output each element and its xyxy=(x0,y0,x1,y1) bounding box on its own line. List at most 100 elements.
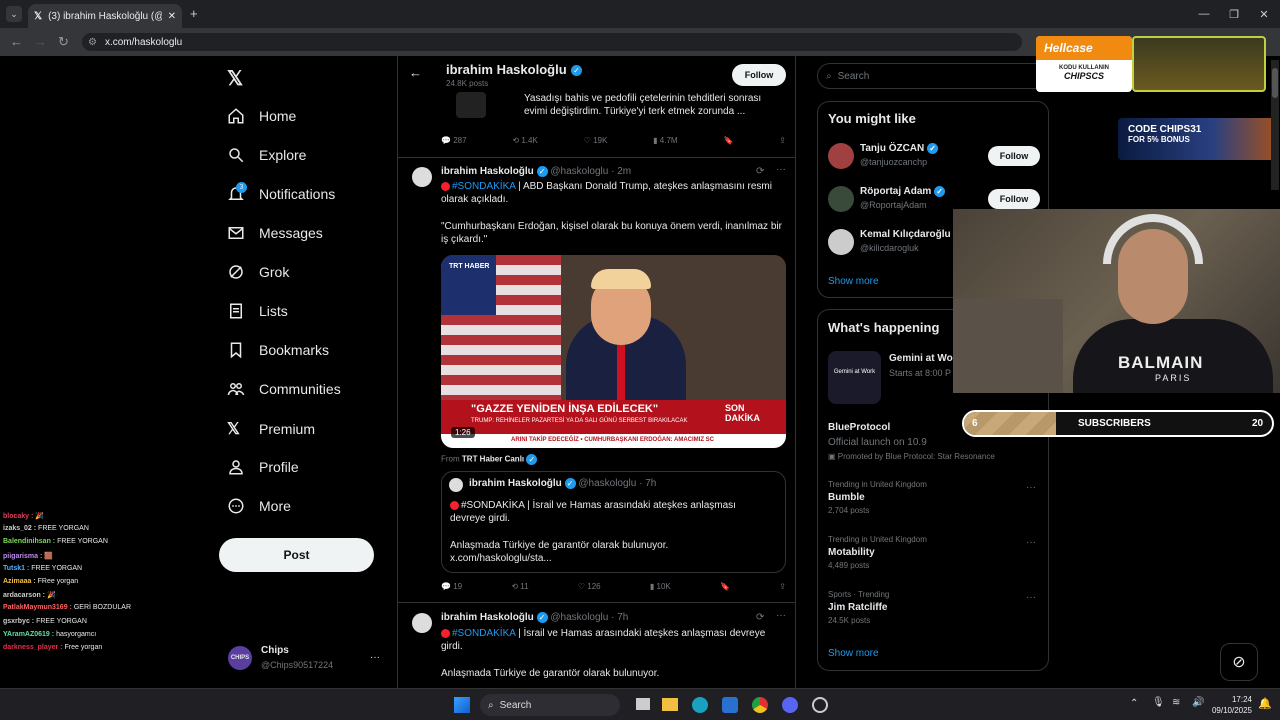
nav-more[interactable]: More xyxy=(227,497,291,515)
chrome-icon[interactable] xyxy=(752,697,768,713)
share-button[interactable]: ⇪ xyxy=(779,582,786,591)
profile-follow-button[interactable]: Follow xyxy=(732,64,786,86)
wifi-icon[interactable]: ≋ xyxy=(1172,697,1180,708)
trend-item[interactable]: Trending in United Kingdom Motability 4,… xyxy=(828,535,927,570)
close-window-icon[interactable]: ✕ xyxy=(1248,0,1280,28)
nav-grok[interactable]: Grok xyxy=(227,263,289,281)
trend-item[interactable]: Sports · Trending Jim Ratcliffe 24.5K po… xyxy=(828,590,889,625)
scrollbar-thumb[interactable] xyxy=(1272,68,1278,98)
taskbar-search[interactable]: ⌕ Search xyxy=(480,694,620,716)
task-view-icon[interactable] xyxy=(636,698,650,710)
suggestion-name[interactable]: Röportaj Adam ✓ xyxy=(860,186,946,197)
tweet-time[interactable]: · 2m xyxy=(611,166,631,177)
views-button[interactable]: ▮ 4.7M xyxy=(653,136,677,145)
nav-bookmarks[interactable]: Bookmarks xyxy=(227,341,329,359)
forward-icon[interactable]: → xyxy=(34,34,47,49)
quoted-tweet[interactable]: ibrahim Haskoloğlu ✓ @haskologlu · 7h #S… xyxy=(441,471,786,573)
browser-tab[interactable]: 𝕏 (3) ibrahim Haskoloğlu (@hask ✕ xyxy=(28,4,182,28)
retweet-button[interactable]: ⟲ 1.4K xyxy=(512,136,537,145)
nav-explore[interactable]: Explore xyxy=(227,146,306,164)
suggestion-avatar[interactable] xyxy=(828,186,854,212)
discord-icon[interactable] xyxy=(782,697,798,713)
follow-button[interactable]: Follow xyxy=(988,146,1040,166)
nav-communities[interactable]: Communities xyxy=(227,380,341,398)
tweet-author-handle[interactable]: @haskologlu xyxy=(550,166,608,177)
reply-button[interactable]: 💬 19 xyxy=(441,582,462,591)
tray-chevron-icon[interactable]: ⌃ xyxy=(1130,698,1138,709)
grok-explain-icon[interactable]: ⟳ xyxy=(756,612,764,623)
nav-profile[interactable]: Profile xyxy=(227,458,299,476)
grok-explain-icon[interactable]: ⟳ xyxy=(756,166,764,177)
tweet-author-name[interactable]: ibrahim Haskoloğlu xyxy=(441,166,534,177)
minimize-icon[interactable]: — xyxy=(1188,0,1220,28)
notification-center-icon[interactable]: 🔔 xyxy=(1258,697,1272,710)
new-tab-icon[interactable]: + xyxy=(190,6,198,21)
nav-lists[interactable]: Lists xyxy=(227,302,288,320)
views-button[interactable]: ▮ 10K xyxy=(650,582,671,591)
account-more-icon[interactable]: ··· xyxy=(370,652,380,663)
trend-more-icon[interactable]: ··· xyxy=(1026,592,1036,603)
url-field[interactable]: ⚙ x.com/haskologlu xyxy=(82,33,1022,51)
back-icon[interactable]: ← xyxy=(10,34,23,49)
suggestion-name[interactable]: Kemal Kılıçdaroğlu xyxy=(860,229,951,240)
suggestion-handle: @tanjuozcanchp xyxy=(860,157,928,167)
grok-fab-icon[interactable]: ⊘ xyxy=(1220,643,1258,681)
scrollbar-track[interactable] xyxy=(1271,60,1279,190)
bookmark-button[interactable]: 🔖 xyxy=(723,136,733,145)
edge-icon[interactable] xyxy=(692,697,708,713)
x-logo-icon[interactable]: 𝕏 xyxy=(227,66,243,91)
suggestion-avatar[interactable] xyxy=(828,143,854,169)
taskbar-clock[interactable]: 17:24 09/10/2025 xyxy=(1206,694,1252,716)
suggestion-name[interactable]: Tanju ÖZCAN ✓ xyxy=(860,143,939,154)
share-button[interactable]: ⇪ xyxy=(779,136,786,145)
like-button[interactable]: ♡ 126 xyxy=(578,582,601,591)
retweet-button[interactable]: ⟲ 11 xyxy=(511,582,528,591)
like-button[interactable]: ♡ 19K xyxy=(584,136,608,145)
tweet-author-handle[interactable]: @haskologlu xyxy=(550,612,608,623)
obs-icon[interactable] xyxy=(812,697,828,713)
trend-more-icon[interactable]: ··· xyxy=(1026,482,1036,493)
reload-icon[interactable]: ↻ xyxy=(58,34,69,50)
back-arrow-icon[interactable]: ← xyxy=(409,65,422,80)
tweet2-text-2: Anlaşmada Türkiye de garantör olarak bul… xyxy=(441,668,660,679)
promo-name[interactable]: BlueProtocol xyxy=(828,422,890,433)
tab-close-icon[interactable]: ✕ xyxy=(168,11,176,22)
search-box[interactable]: ⌕ Search xyxy=(817,63,1047,89)
file-explorer-icon[interactable] xyxy=(662,698,678,711)
bookmark-button[interactable]: 🔖 xyxy=(720,582,730,591)
store-icon[interactable] xyxy=(722,697,738,713)
reply-button[interactable]: 💬 287 xyxy=(441,136,467,145)
show-more-link[interactable]: Show more xyxy=(828,276,879,287)
site-info-icon[interactable]: ⚙ xyxy=(88,37,97,48)
nav-premium[interactable]: 𝕏 Premium xyxy=(227,419,315,439)
tweet-video[interactable]: TRT HABER "GAZZE YENİDEN İNŞA EDİLECEK" … xyxy=(441,255,786,448)
account-avatar[interactable]: CHIPS xyxy=(228,646,252,670)
maximize-icon[interactable]: ❐ xyxy=(1218,0,1250,28)
hashtag-link[interactable]: #SONDAKİKA xyxy=(452,181,515,192)
source-link[interactable]: TRT Haber Canlı xyxy=(462,455,524,464)
tweet-more-icon[interactable]: ··· xyxy=(776,610,786,621)
mic-icon[interactable]: 🎙 xyxy=(1152,697,1165,708)
suggestion-avatar[interactable] xyxy=(828,229,854,255)
author-avatar[interactable] xyxy=(412,613,432,633)
quoted-handle: @haskologlu xyxy=(578,478,637,490)
event-thumbnail[interactable]: Gemini at Work xyxy=(828,351,881,404)
trend-item[interactable]: Trending in United Kingdom Bumble 2,704 … xyxy=(828,480,927,515)
hashtag-link[interactable]: #SONDAKİKA xyxy=(452,628,515,639)
tweet-author-name[interactable]: ibrahim Haskoloğlu xyxy=(441,612,534,623)
tab-search-icon[interactable]: ⌄ xyxy=(6,6,22,22)
follow-button[interactable]: Follow xyxy=(988,189,1040,209)
trend-more-icon[interactable]: ··· xyxy=(1026,537,1036,548)
search-placeholder: Search xyxy=(837,70,870,82)
show-more-link[interactable]: Show more xyxy=(828,648,879,659)
timeline-column: ← ibrahim Haskoloğlu ✓ 24.8K posts Follo… xyxy=(397,56,796,688)
author-avatar[interactable] xyxy=(412,167,432,187)
nav-home[interactable]: Home xyxy=(227,107,296,125)
tweet-time[interactable]: · 7h xyxy=(611,612,628,623)
start-icon[interactable] xyxy=(454,697,470,713)
tweet-more-icon[interactable]: ··· xyxy=(776,164,786,175)
post-button[interactable]: Post xyxy=(219,538,374,572)
nav-messages[interactable]: Messages xyxy=(227,224,323,242)
volume-icon[interactable]: 🔊 xyxy=(1192,697,1204,708)
event-name[interactable]: Gemini at Wo xyxy=(889,353,953,364)
